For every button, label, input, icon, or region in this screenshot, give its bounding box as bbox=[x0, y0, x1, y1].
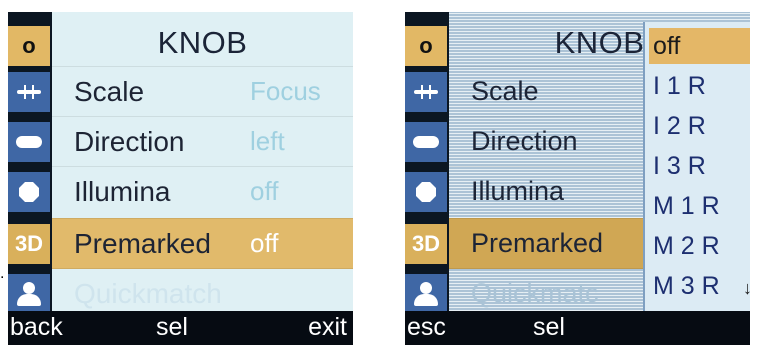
row-value: left bbox=[250, 126, 285, 156]
dropdown-option[interactable]: off bbox=[649, 28, 750, 64]
knob-menu-screen: o 3D KNOB Scale Focus Direction left Ill… bbox=[8, 12, 353, 345]
row-value: Focus bbox=[250, 76, 321, 106]
octagon-icon[interactable] bbox=[405, 172, 447, 212]
softkey-bar: esc sel bbox=[405, 311, 750, 345]
knob-menu-dropdown-screen: o 3D KNOB Scale Direction Illumina Prema… bbox=[405, 12, 750, 345]
page-title: KNOB bbox=[157, 25, 248, 60]
side-icon-bar: o 3D bbox=[8, 12, 52, 323]
row-label: Scale bbox=[471, 76, 539, 106]
o-icon[interactable]: o bbox=[405, 26, 447, 66]
row-label: Quickmatch bbox=[74, 278, 222, 309]
dropdown-option[interactable]: M 3 R bbox=[649, 268, 750, 304]
row-label: Premarked bbox=[471, 228, 604, 258]
menu-row-illumina[interactable]: Illumina off bbox=[52, 166, 353, 217]
separator-dot: . bbox=[0, 265, 5, 282]
row-label: Quickmatc bbox=[471, 278, 599, 308]
escape-softkey[interactable]: esc bbox=[407, 313, 446, 342]
back-softkey[interactable]: back bbox=[10, 313, 63, 342]
dropdown-option[interactable]: M 1 R bbox=[649, 188, 750, 224]
o-icon[interactable]: o bbox=[8, 26, 50, 66]
row-value: off bbox=[250, 228, 279, 258]
menu-row-direction[interactable]: Direction left bbox=[52, 116, 353, 167]
scroll-down-arrow-icon[interactable]: ↓ bbox=[743, 278, 750, 299]
menu-row-scale[interactable]: Scale Focus bbox=[52, 66, 353, 117]
softkey-bar: back sel exit bbox=[8, 311, 353, 345]
dropdown-option[interactable]: M 2 R bbox=[649, 228, 750, 264]
3d-icon[interactable]: 3D bbox=[405, 224, 447, 264]
dropdown-option[interactable]: I 2 R bbox=[649, 108, 750, 144]
premarked-options-dropdown[interactable]: off I 1 R I 2 R I 3 R M 1 R M 2 R M 3 R … bbox=[643, 22, 750, 320]
menu-row-premarked[interactable]: Premarked off bbox=[52, 218, 353, 269]
select-softkey[interactable]: sel bbox=[156, 313, 188, 342]
select-softkey[interactable]: sel bbox=[533, 313, 565, 342]
3d-icon[interactable]: 3D bbox=[8, 224, 50, 264]
minus-icon[interactable] bbox=[405, 72, 447, 112]
user-icon[interactable] bbox=[8, 274, 50, 314]
dropdown-option[interactable]: I 1 R bbox=[649, 68, 750, 104]
user-icon[interactable] bbox=[405, 274, 447, 314]
minus-icon[interactable] bbox=[8, 72, 50, 112]
exit-softkey[interactable]: exit bbox=[308, 313, 347, 342]
pill-icon[interactable] bbox=[8, 122, 50, 162]
menu-panel: KNOB Scale Focus Direction left Illumina… bbox=[52, 12, 353, 323]
row-label: Direction bbox=[471, 126, 578, 156]
pill-icon[interactable] bbox=[405, 122, 447, 162]
row-label: Illumina bbox=[471, 176, 565, 206]
row-label: Scale bbox=[74, 76, 145, 107]
row-label: Illumina bbox=[74, 176, 171, 207]
row-label: Direction bbox=[74, 126, 185, 157]
octagon-icon[interactable] bbox=[8, 172, 50, 212]
dropdown-option[interactable]: I 3 R bbox=[649, 148, 750, 184]
row-value: off bbox=[250, 176, 279, 206]
row-label: Premarked bbox=[74, 228, 211, 259]
side-icon-bar: o 3D bbox=[405, 12, 449, 323]
